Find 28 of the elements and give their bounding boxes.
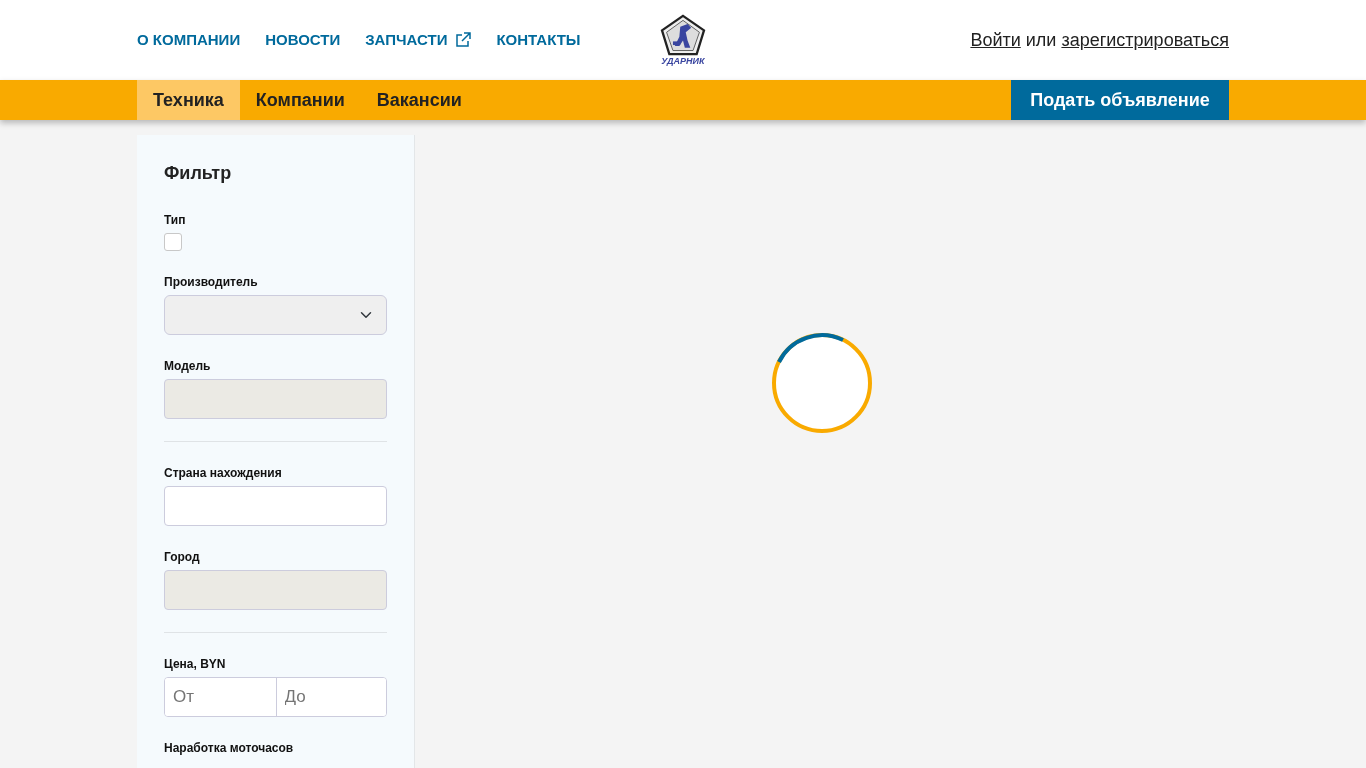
input-field[interactable]: [164, 486, 387, 526]
checkbox[interactable]: [164, 233, 182, 251]
separator-text: или: [1025, 28, 1057, 52]
nav-link[interactable]: ЗАПЧАСТИ: [365, 28, 472, 52]
pentagon-figure-icon: [660, 14, 706, 56]
field-label: Модель: [164, 358, 212, 375]
nav-link[interactable]: КОНТАКТЫ: [496, 28, 581, 52]
category-tab[interactable]: Вакансии: [360, 80, 478, 120]
category-tab[interactable]: Компании: [239, 80, 361, 120]
field-label: Наработка моточасов: [164, 740, 295, 757]
field-label: Производитель: [164, 274, 259, 291]
login-link[interactable]: Войти: [970, 26, 1021, 54]
field-label: Тип: [164, 212, 187, 229]
field-label: Страна нахождения: [164, 465, 283, 482]
post-ad-button[interactable]: Подать объявление: [1011, 80, 1229, 120]
price-range-field[interactable]: От До: [164, 677, 387, 717]
nav-link[interactable]: О КОМПАНИИ: [137, 28, 241, 52]
register-link[interactable]: зарегистрироваться: [1061, 26, 1229, 54]
filter-title: Фильтр: [164, 162, 233, 185]
category-tab[interactable]: Техника: [137, 80, 240, 120]
external-link-icon: [455, 32, 472, 48]
field-label: Цена, BYN: [164, 656, 227, 673]
field-label: Город: [164, 549, 201, 566]
select-field[interactable]: [164, 295, 387, 335]
logo[interactable]: УДАРНИК: [660, 14, 706, 66]
logo-text: УДАРНИК: [661, 57, 705, 66]
price-to-field[interactable]: До: [275, 678, 386, 716]
nav-link[interactable]: НОВОСТИ: [265, 28, 341, 52]
